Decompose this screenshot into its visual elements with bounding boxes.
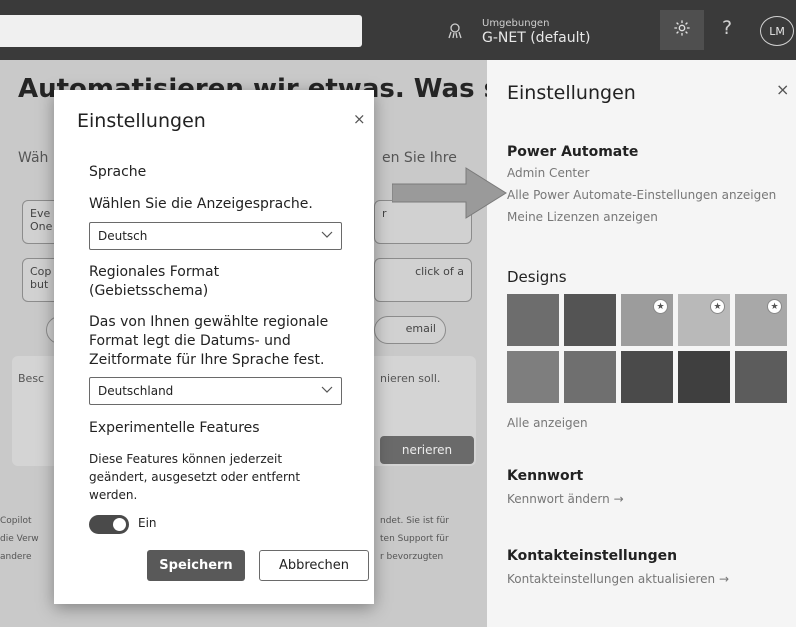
design-tile[interactable] [507,294,559,346]
gear-icon [673,19,691,41]
experimental-heading: Experimentelle Features [89,420,260,436]
language-label: Wählen Sie die Anzeigesprache. [89,196,313,212]
footer-text: die Verw [0,534,39,544]
settings-dialog: Einstellungen × Sprache Wählen Sie die A… [54,90,374,604]
footer-text: ten Support für [380,534,449,544]
region-select[interactable]: Deutschland [89,377,342,405]
design-tile[interactable]: ★ [678,294,730,346]
dialog-title: Einstellungen [77,110,206,132]
save-button[interactable]: Speichern [147,550,245,581]
experimental-description-line2: geändert, ausgesetzt oder entfernt [89,470,301,484]
environment-label[interactable]: Umgebungen [482,18,549,29]
footer-text: ndet. Sie ist für [380,516,449,526]
design-tile[interactable] [564,294,616,346]
page-subtitle-left: Wäh [18,150,49,166]
environment-icon[interactable] [446,22,464,40]
suggestion-pill[interactable]: email [374,316,446,344]
experimental-description-line1: Diese Features können jederzeit [89,452,283,466]
top-bar: Umgebungen G-NET (default) ? LM [0,0,796,60]
licenses-link[interactable]: Meine Lizenzen anzeigen [507,210,658,224]
settings-panel: Einstellungen × Power Automate Admin Cen… [487,60,796,627]
help-button[interactable]: ? [722,17,732,39]
page-subtitle-right: en Sie Ihre [382,150,457,166]
footer-text: r bevorzugten [380,552,444,562]
experimental-description-line3: werden. [89,488,138,502]
experimental-features-toggle[interactable] [89,515,129,534]
template-card[interactable]: click of a [374,258,472,302]
star-icon: ★ [653,299,668,314]
generate-button[interactable]: nerieren [380,436,474,464]
design-tile[interactable] [621,351,673,403]
design-tile[interactable] [507,351,559,403]
star-icon: ★ [710,299,725,314]
design-tile[interactable]: ★ [621,294,673,346]
region-heading-line2: (Gebietsschema) [89,283,209,299]
region-heading-line1: Regionales Format [89,264,220,280]
language-select-value: Deutsch [98,229,148,243]
cancel-button[interactable]: Abbrechen [259,550,369,581]
toggle-label: Ein [138,516,157,530]
region-select-value: Deutschland [98,384,174,398]
footer-text: andere [0,552,32,562]
search-input[interactable] [0,15,362,47]
change-password-link[interactable]: Kennwort ändern → [507,492,624,506]
design-tile[interactable] [678,351,730,403]
show-all-designs-link[interactable]: Alle anzeigen [507,416,588,430]
prompt-placeholder[interactable]: Besc [18,372,44,385]
power-automate-heading: Power Automate [507,144,639,160]
region-description-line1: Das von Ihnen gewählte regionale [89,314,329,330]
update-contact-link[interactable]: Kontakteinstellungen aktualisieren → [507,572,729,586]
footer-text: Copilot [0,516,32,526]
password-heading: Kennwort [507,468,584,484]
chevron-down-icon [321,383,333,398]
settings-panel-title: Einstellungen [507,82,636,104]
all-settings-link[interactable]: Alle Power Automate-Einstellungen anzeig… [507,188,776,202]
close-icon[interactable]: × [353,110,366,128]
language-heading: Sprache [89,164,147,180]
prompt-placeholder-end[interactable]: nieren soll. [380,372,440,385]
contact-settings-heading: Kontakteinstellungen [507,548,678,564]
design-tile[interactable] [735,351,787,403]
avatar[interactable]: LM [760,16,794,46]
toggle-knob [113,518,126,531]
language-select[interactable]: Deutsch [89,222,342,250]
settings-button[interactable] [660,10,704,50]
chevron-down-icon [321,228,333,243]
region-description-line3: Zeitformate für Ihre Sprache fest. [89,352,325,368]
designs-heading: Designs [507,268,567,286]
arrow-right-icon [392,167,507,219]
design-tile[interactable] [564,351,616,403]
design-tile[interactable]: ★ [735,294,787,346]
environment-value[interactable]: G-NET (default) [482,30,590,46]
star-icon: ★ [767,299,782,314]
admin-center-link[interactable]: Admin Center [507,166,589,180]
region-description-line2: Format legt die Datums- und [89,333,291,349]
close-icon[interactable]: × [776,80,789,99]
